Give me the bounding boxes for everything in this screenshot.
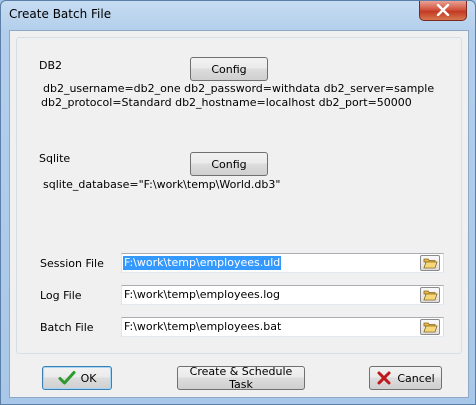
batch-file-input[interactable]: F:\work\temp\employees.bat (121, 317, 444, 337)
db2-summary-line-1: db2_username=db2_one db2_password=withda… (43, 82, 435, 95)
db2-config-button[interactable]: Config (190, 57, 268, 81)
session-file-label: Session File (40, 257, 104, 270)
log-file-value: F:\work\temp\employees.log (124, 288, 280, 301)
title-bar[interactable]: Create Batch File (1, 1, 475, 29)
folder-open-icon (423, 258, 438, 269)
dialog-client-area: DB2 Config db2_username=db2_one db2_pass… (9, 30, 469, 398)
db2-summary-line-2: db2_protocol=Standard db2_hostname=local… (41, 96, 412, 109)
settings-group: DB2 Config db2_username=db2_one db2_pass… (16, 37, 462, 354)
dialog-window: Create Batch File DB2 Config db2_usernam… (0, 0, 476, 405)
window-title: Create Batch File (9, 7, 112, 21)
sqlite-section-label: Sqlite (39, 152, 71, 165)
checkmark-icon (58, 371, 76, 385)
close-icon (436, 4, 450, 16)
cancel-button-label: Cancel (397, 371, 435, 385)
log-file-browse-button[interactable] (420, 287, 440, 303)
folder-open-icon (423, 322, 438, 333)
ok-button-label: OK (80, 371, 97, 385)
batch-file-value: F:\work\temp\employees.bat (124, 320, 282, 333)
db2-section-label: DB2 (39, 59, 63, 72)
red-x-icon (377, 371, 391, 385)
log-file-label: Log File (40, 289, 82, 302)
session-file-value: F:\work\temp\employees.uld (123, 256, 282, 270)
session-file-input[interactable]: F:\work\temp\employees.uld (121, 253, 444, 273)
folder-open-icon (423, 290, 438, 301)
sqlite-config-button[interactable]: Config (190, 152, 268, 176)
close-button[interactable] (419, 1, 467, 21)
ok-button[interactable]: OK (42, 366, 112, 390)
log-file-input[interactable]: F:\work\temp\employees.log (121, 285, 444, 305)
batch-file-browse-button[interactable] (420, 319, 440, 335)
sqlite-summary: sqlite_database="F:\work\temp\World.db3" (43, 178, 281, 191)
create-schedule-task-button[interactable]: Create & Schedule Task (177, 365, 305, 391)
batch-file-label: Batch File (40, 321, 94, 334)
cancel-button[interactable]: Cancel (369, 366, 442, 390)
session-file-browse-button[interactable] (420, 255, 440, 271)
